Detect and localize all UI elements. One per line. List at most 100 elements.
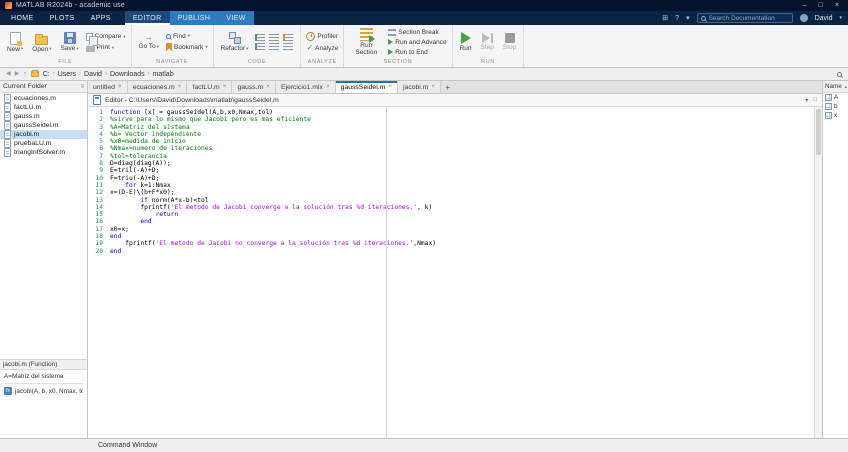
profiler-button[interactable]: Profiler <box>306 32 338 41</box>
save-button[interactable]: Save ▾ <box>58 32 80 52</box>
toolstrip-tab-plots[interactable]: PLOTS <box>42 11 83 25</box>
doc-tab[interactable]: untitled × <box>88 81 128 93</box>
code-line[interactable]: F=triu(-A)+D; <box>110 175 822 182</box>
toolstrip-tab-view[interactable]: VIEW <box>218 11 254 25</box>
close-tab-icon[interactable]: × <box>118 83 122 91</box>
code-line[interactable]: %b= Vector independiente <box>110 131 822 138</box>
bookmark-button[interactable]: Bookmark ▾ <box>166 42 208 52</box>
wrap-comments-button[interactable] <box>283 34 294 41</box>
run-button[interactable]: Run <box>458 32 474 52</box>
code-editor[interactable]: 1 2 3 4 5 6 7 8 9 10 11 12 13 14 15 16 17 18 19 20 function… <box>88 107 822 438</box>
code-line[interactable]: end <box>110 248 822 255</box>
refactor-button[interactable]: Refactor ▾ <box>219 32 251 52</box>
close-tab-icon[interactable]: × <box>388 83 392 91</box>
code-content[interactable]: function [x] = gaussSeidel(A,b,x0,Nmax,t… <box>106 107 822 438</box>
comment-button[interactable] <box>255 34 266 41</box>
panel-maximize-icon[interactable]: □ <box>813 97 817 103</box>
breadcrumb-item[interactable]: Users <box>58 71 76 78</box>
code-line[interactable]: x=(D-E)\(b+F*x0); <box>110 189 822 196</box>
close-tab-icon[interactable]: × <box>431 83 435 91</box>
uncomment-button[interactable] <box>269 34 280 41</box>
user-avatar[interactable] <box>799 14 808 22</box>
code-line[interactable]: for k=1:Nmax <box>110 182 822 189</box>
code-line[interactable]: function [x] = gaussSeidel(A,b,x0,Nmax,t… <box>110 109 822 116</box>
maximize-window-icon[interactable]: □ <box>819 2 823 9</box>
breadcrumb-item[interactable]: C: <box>43 71 50 78</box>
run-section-button[interactable]: Run Section <box>349 28 383 56</box>
workspace-variable-row[interactable]: b <box>823 102 848 111</box>
file-row[interactable]: gauss.m <box>0 112 87 121</box>
doc-tab[interactable]: ecuaciones.m × <box>127 81 188 93</box>
run-and-advance-button[interactable]: Run and Advance <box>388 39 447 46</box>
function-signature-row[interactable]: fx jacobi(A, b, x0, Nmax, tol) <box>4 387 83 395</box>
compare-button[interactable]: Compare ▾ <box>85 32 126 46</box>
code-line[interactable]: %tol=tolerancia <box>110 153 822 160</box>
file-row[interactable]: gaussSeidel.m <box>0 121 87 130</box>
file-row[interactable]: ecuaciones.m <box>0 94 87 103</box>
search-input[interactable] <box>708 14 789 22</box>
breadcrumb-item[interactable]: David <box>84 71 102 78</box>
stop-button[interactable]: Stop <box>501 33 518 51</box>
up-folder-icon[interactable]: ↑ <box>23 71 27 78</box>
breadcrumb-item[interactable]: matlab <box>153 71 174 78</box>
doc-tab[interactable]: gauss.m × <box>232 81 276 93</box>
doc-tab[interactable]: gaussSeidel.m × <box>335 81 399 93</box>
browse-folder-icon[interactable] <box>30 70 39 77</box>
close-tab-icon[interactable]: × <box>223 83 227 91</box>
minimize-window-icon[interactable]: – <box>803 2 807 9</box>
code-line[interactable]: %A=Matriz del sistema <box>110 124 822 131</box>
workspace-header[interactable]: Name ▲ <box>823 81 848 93</box>
code-line[interactable]: %sirve para lo mismo que Jacobi pero es … <box>110 116 822 123</box>
file-row[interactable]: factLU.m <box>0 103 87 112</box>
code-line[interactable]: fprintf('El metodo de Jacobi converge a … <box>110 204 822 211</box>
code-line[interactable]: E=tril(-A)+D; <box>110 167 822 174</box>
search-documentation-box[interactable] <box>696 13 793 23</box>
folder-search-icon[interactable] <box>837 71 842 77</box>
section-break-button[interactable]: Section Break <box>388 28 446 36</box>
breadcrumb-item[interactable]: Downloads <box>110 71 145 78</box>
layout-grid-icon[interactable]: ⊞ <box>662 15 668 22</box>
toolstrip-tab-publish[interactable]: PUBLISH <box>169 11 219 25</box>
code-line[interactable]: if norm(A*x-b)<tol <box>110 197 822 204</box>
doc-tab[interactable]: factLU.m × <box>187 81 233 93</box>
scrollbar-thumb[interactable] <box>816 109 821 155</box>
code-line[interactable]: %Nmax=numero de iteraciones <box>110 145 822 152</box>
goto-button[interactable]: → Go To ▾ <box>137 34 162 51</box>
new-tab-button[interactable]: + <box>441 81 454 93</box>
code-line[interactable]: end <box>110 218 822 225</box>
code-line[interactable]: %x0=medida de inicio <box>110 138 822 145</box>
new-button[interactable]: New ▾ <box>5 31 25 53</box>
code-line[interactable]: x0=x; <box>110 226 822 233</box>
file-row[interactable]: pruebaLU.m <box>0 139 87 148</box>
user-name[interactable]: David <box>815 15 833 22</box>
panel-menu-icon[interactable]: ≡ <box>80 84 84 90</box>
back-arrow-icon[interactable]: ◀ <box>6 71 11 77</box>
close-window-icon[interactable]: × <box>835 2 839 9</box>
toolstrip-collapse-icon[interactable]: ▾ <box>686 15 690 22</box>
smart-indent-button[interactable] <box>255 43 266 50</box>
code-line[interactable]: D=diag(diag(A)); <box>110 160 822 167</box>
workspace-variable-row[interactable]: A <box>823 93 848 102</box>
toolstrip-tab-editor[interactable]: EDITOR <box>124 11 170 25</box>
find-button[interactable]: Find ▾ <box>166 33 208 40</box>
help-icon[interactable]: ? <box>675 15 679 22</box>
workspace-variable-row[interactable]: x <box>823 111 848 120</box>
doc-tab[interactable]: jacobi.m × <box>398 81 442 93</box>
step-button[interactable]: Step <box>479 33 496 51</box>
code-line[interactable]: fprintf('El metodo de Jacobi no converge… <box>110 240 822 247</box>
panel-collapse-icon[interactable]: ▾ <box>805 97 808 104</box>
doc-tab[interactable]: Ejercicio1.mlx × <box>275 81 336 93</box>
run-to-end-button[interactable]: Run to End <box>388 49 446 56</box>
toolstrip-tab-home[interactable]: HOME <box>3 11 42 25</box>
print-button[interactable]: Print ▾ <box>85 43 126 52</box>
toolstrip-tab-apps[interactable]: APPS <box>83 11 119 25</box>
increase-indent-button[interactable] <box>269 43 280 50</box>
file-row[interactable]: jacobi.m <box>0 130 87 139</box>
user-menu-arrow-icon[interactable]: ▾ <box>839 15 842 21</box>
open-button[interactable]: Open ▾ <box>30 32 53 53</box>
decrease-indent-button[interactable] <box>283 43 294 50</box>
close-tab-icon[interactable]: × <box>326 83 330 91</box>
editor-scrollbar[interactable] <box>814 107 822 438</box>
close-tab-icon[interactable]: × <box>266 83 270 91</box>
command-window-bar[interactable]: Command Window <box>0 438 848 452</box>
